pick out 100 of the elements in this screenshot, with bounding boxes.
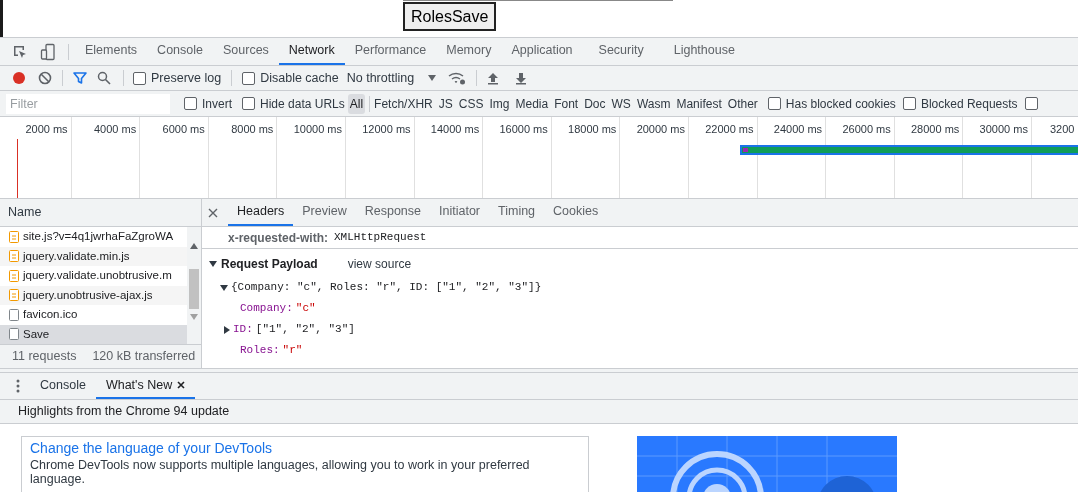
column-header[interactable]: Name	[0, 199, 201, 227]
header-name: x-requested-with:	[228, 229, 328, 247]
type-filter[interactable]: Other	[725, 93, 760, 114]
detail-tab[interactable]: Headers	[228, 199, 294, 226]
load-marker	[17, 139, 18, 198]
file-icon	[9, 328, 19, 341]
drawer-tab[interactable]: Console	[30, 373, 96, 399]
detail-tab[interactable]: Timing	[489, 199, 545, 226]
roles-save-button[interactable]: RolesSave	[403, 2, 497, 31]
checkbox[interactable]	[133, 71, 146, 85]
detail-tab[interactable]: Initiator	[430, 199, 489, 226]
search-icon[interactable]	[97, 71, 111, 85]
type-filter[interactable]: CSS	[456, 93, 486, 114]
triangle-icon[interactable]	[224, 325, 230, 334]
triangle-icon	[209, 260, 217, 268]
panel-tab[interactable]: Security	[588, 38, 654, 65]
time-tick-label: 14000 ms	[430, 122, 480, 137]
checkbox[interactable]	[1024, 97, 1038, 110]
time-tick-label: 18000 ms	[568, 122, 617, 137]
time-tick-label: 3200	[1049, 122, 1075, 137]
caret-icon	[428, 75, 437, 81]
payload-key: Company:	[240, 300, 293, 317]
panel-tab[interactable]: Memory	[436, 38, 502, 65]
device-toolbar-icon[interactable]	[40, 42, 56, 61]
upload-icon[interactable]	[487, 71, 500, 85]
checkbox[interactable]	[184, 97, 197, 110]
script-file-icon	[9, 269, 19, 282]
feature-link[interactable]: Change the language of your DevTools	[30, 440, 580, 457]
request-name: favicon.ico	[23, 307, 78, 323]
type-filter[interactable]: Manifest	[674, 93, 724, 114]
type-filter[interactable]: Doc	[582, 93, 608, 114]
header-value: XMLHttpRequest	[334, 230, 427, 246]
time-tick-label: 22000 ms	[705, 122, 754, 137]
throttling-dropdown[interactable]: No throttling	[346, 68, 437, 88]
section-toggle[interactable]: Request Payload	[209, 255, 318, 273]
network-conditions-icon[interactable]	[448, 71, 467, 85]
detail-tab[interactable]: Response	[355, 199, 430, 226]
view-source-link[interactable]: view source	[347, 255, 412, 273]
payload-value: "r"	[282, 343, 303, 359]
detail-tab[interactable]: Cookies	[544, 199, 608, 226]
type-filter[interactable]: Media	[513, 93, 551, 114]
type-filter[interactable]: Wasm	[634, 93, 673, 114]
time-tick-label: 6000 ms	[162, 122, 205, 137]
payload-value: "c"	[295, 301, 316, 317]
record-icon[interactable]	[12, 71, 26, 85]
panel-tab[interactable]: Performance	[344, 38, 437, 65]
more-menu-icon[interactable]	[16, 379, 20, 393]
type-filter[interactable]: JS	[436, 93, 455, 114]
panel-tab[interactable]: Application	[501, 38, 583, 65]
request-name: jquery.validate.min.js	[23, 248, 130, 264]
checkbox[interactable]	[902, 97, 916, 110]
time-tick-label: 12000 ms	[362, 122, 411, 137]
checkbox-label[interactable]: Blocked Requests	[920, 94, 1018, 113]
checkbox-label[interactable]: Disable cache	[260, 68, 339, 88]
payload-summary: {Company: "c", Roles: "r", ID: ["1", "2", "3"]}	[231, 280, 542, 296]
checkbox[interactable]	[242, 97, 255, 110]
inspect-icon[interactable]	[12, 43, 28, 60]
summary-text: 11 requests	[12, 348, 77, 366]
checkbox-label[interactable]: Invert	[202, 94, 232, 113]
time-tick-label: 4000 ms	[94, 122, 137, 137]
waiting-segment	[743, 148, 748, 152]
request-row[interactable]: Save	[0, 324, 187, 344]
panel-tab[interactable]: Network	[278, 38, 345, 65]
download-icon[interactable]	[515, 71, 528, 85]
checkbox-label[interactable]: Preserve log	[151, 68, 222, 88]
type-filter[interactable]: WS	[609, 93, 633, 114]
panel-tab[interactable]: Console	[147, 38, 213, 65]
close-icon[interactable]	[177, 381, 186, 389]
script-file-icon	[9, 250, 19, 263]
checkbox[interactable]	[242, 71, 256, 85]
filter-icon[interactable]	[73, 71, 87, 85]
panel-tab[interactable]: Sources	[213, 38, 279, 65]
script-file-icon	[9, 289, 19, 302]
request-name: site.js?v=4q1jwrhaFaZgroWA	[23, 229, 174, 245]
type-filter[interactable]: All	[347, 93, 366, 114]
type-filter[interactable]: Font	[552, 93, 581, 114]
payload-key: ID:	[233, 321, 253, 338]
type-filter[interactable]: Img	[487, 93, 512, 114]
request-name: jquery.validate.unobtrusive.m	[23, 268, 172, 284]
request-row[interactable]: jquery.unobtrusive-ajax.js	[0, 285, 187, 305]
script-file-icon	[9, 230, 19, 243]
file-icon	[9, 308, 19, 321]
checkbox[interactable]	[767, 97, 781, 110]
panel-tab[interactable]: Lighthouse	[663, 38, 745, 65]
scrollbar-thumb[interactable]	[189, 269, 199, 309]
detail-tab[interactable]: Preview	[293, 199, 356, 226]
time-tick-label: 24000 ms	[773, 122, 823, 137]
request-row[interactable]: jquery.validate.min.js	[0, 246, 187, 266]
summary-text: 120 kB transferred	[92, 348, 196, 366]
time-tick-label: 8000 ms	[231, 122, 274, 137]
type-filter[interactable]: Fetch/XHR	[372, 93, 435, 114]
filter-field[interactable]: Filter	[6, 93, 170, 114]
triangle-icon[interactable]	[220, 283, 228, 292]
scroll-up-icon[interactable]	[190, 243, 198, 249]
clear-icon[interactable]	[38, 71, 52, 85]
checkbox-label[interactable]: Hide data URLs	[260, 94, 345, 113]
panel-tab[interactable]: Elements	[75, 38, 148, 65]
time-tick-label: 20000 ms	[636, 122, 685, 137]
drawer-tab[interactable]: What's New	[95, 373, 196, 399]
checkbox-label[interactable]: Has blocked cookies	[785, 94, 896, 113]
